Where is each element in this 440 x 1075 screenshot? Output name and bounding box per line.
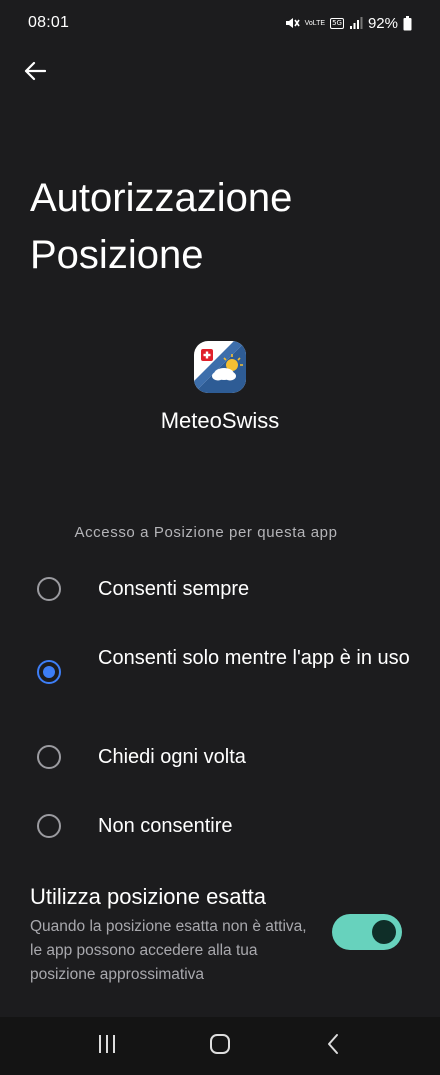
page-title-line2: Posizione — [30, 233, 204, 277]
back-nav-button[interactable] — [313, 1026, 353, 1066]
option-label: Non consentire — [98, 815, 233, 837]
home-button[interactable] — [200, 1026, 240, 1066]
status-icons: VoLTE 5G 92% — [284, 15, 412, 32]
navigation-bar — [0, 1017, 440, 1075]
battery-icon — [403, 15, 412, 31]
volte-indicator: VoLTE — [304, 19, 326, 27]
recent-apps-icon — [96, 1034, 118, 1059]
chevron-left-icon — [326, 1033, 340, 1060]
home-icon — [209, 1033, 231, 1060]
radio-ask-every-time[interactable] — [37, 745, 61, 769]
signal-icon — [349, 16, 363, 30]
precise-location-toggle[interactable] — [332, 914, 402, 950]
network-indicator: 5G — [330, 17, 344, 29]
arrow-left-icon — [24, 61, 47, 86]
precise-location-description: Quando la posizione esatta non è attiva,… — [30, 918, 307, 983]
mute-icon — [284, 15, 300, 31]
page-title: Autorizzazione Posizione — [30, 170, 420, 284]
recent-apps-button[interactable] — [87, 1026, 127, 1066]
option-allow-while-in-use[interactable]: Consenti solo mentre l'app è in uso — [0, 640, 440, 706]
option-label: Consenti sempre — [98, 578, 250, 600]
radio-allow-while-in-use[interactable] — [37, 660, 61, 684]
option-allow-always[interactable]: Consenti sempre — [0, 566, 440, 612]
location-access-section-label: Accesso a Posizione per questa app — [74, 524, 338, 541]
permission-page: 08:01 VoLTE 5G 92% Autorizzazione Posizi… — [0, 0, 440, 1075]
radio-dont-allow[interactable] — [37, 814, 61, 838]
option-dont-allow[interactable]: Non consentire — [0, 803, 440, 849]
option-label: Consenti solo mentre l'app è in uso — [98, 647, 410, 669]
status-bar: 08:01 VoLTE 5G 92% — [0, 0, 440, 46]
page-title-line1: Autorizzazione — [30, 176, 293, 220]
option-label: Chiedi ogni volta — [98, 746, 246, 768]
meteoswiss-app-icon — [194, 341, 246, 393]
precise-location-title: Utilizza posizione esatta — [30, 884, 267, 909]
radio-allow-always[interactable] — [37, 577, 61, 601]
status-time: 08:01 — [28, 14, 70, 31]
app-name: MeteoSwiss — [160, 408, 280, 433]
toggle-knob — [372, 920, 396, 944]
back-button[interactable] — [18, 56, 52, 90]
battery-level: 92% — [367, 14, 398, 32]
option-ask-every-time[interactable]: Chiedi ogni volta — [0, 734, 440, 780]
